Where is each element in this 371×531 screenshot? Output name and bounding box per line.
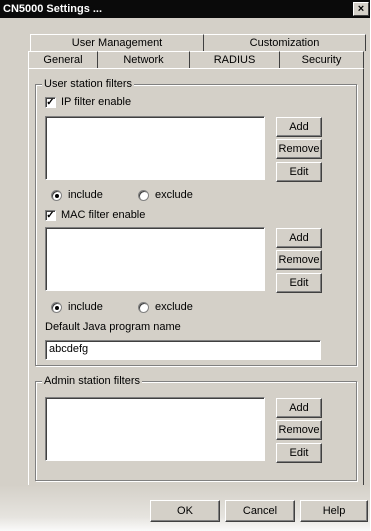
admin-remove-button[interactable]: Remove bbox=[276, 420, 322, 440]
ip-exclude-radio-dot[interactable] bbox=[138, 189, 149, 201]
mac-filter-list[interactable] bbox=[45, 227, 265, 291]
ip-filter-label: IP filter enable bbox=[61, 96, 132, 108]
mac-exclude-radio-dot[interactable] bbox=[138, 301, 149, 313]
security-panel: User station filters ✓ IP filter enable … bbox=[28, 68, 364, 488]
tab-customization[interactable]: Customization bbox=[204, 34, 366, 51]
title-bar: CN5000 Settings ... × bbox=[0, 0, 370, 18]
admin-filters-legend: Admin station filters bbox=[42, 375, 142, 387]
user-filters-legend: User station filters bbox=[42, 78, 135, 90]
ip-filter-checkbox[interactable]: ✓ IP filter enable bbox=[45, 96, 131, 108]
mac-include-radio-dot[interactable] bbox=[51, 301, 62, 313]
java-program-input[interactable]: abcdefg bbox=[45, 340, 321, 360]
ip-edit-button[interactable]: Edit bbox=[276, 162, 322, 182]
tab-user-management[interactable]: User Management bbox=[30, 34, 204, 51]
mac-include-label: include bbox=[68, 301, 103, 313]
tab-network[interactable]: Network bbox=[98, 51, 190, 68]
mac-edit-button[interactable]: Edit bbox=[276, 273, 322, 293]
window-title: CN5000 Settings ... bbox=[3, 3, 103, 15]
mac-exclude-radio[interactable]: exclude bbox=[138, 301, 193, 313]
mac-filter-checkbox[interactable]: ✓ MAC filter enable bbox=[45, 209, 145, 221]
mac-filter-check-mark[interactable]: ✓ bbox=[45, 209, 56, 221]
tab-security[interactable]: Security bbox=[280, 51, 364, 68]
tab-radius[interactable]: RADIUS bbox=[190, 51, 280, 68]
mac-add-button[interactable]: Add bbox=[276, 228, 322, 248]
ip-exclude-label: exclude bbox=[155, 189, 193, 201]
tab-row-1: User Management Customization bbox=[30, 34, 366, 51]
ip-add-button[interactable]: Add bbox=[276, 117, 322, 137]
tab-row-2: General Network RADIUS Security bbox=[28, 51, 364, 68]
ip-filter-list[interactable] bbox=[45, 116, 265, 180]
admin-station-filters-group: Admin station filters Add Remove Edit bbox=[35, 375, 357, 481]
mac-include-radio[interactable]: include bbox=[51, 301, 103, 313]
settings-dialog: CN5000 Settings ... × User Management Cu… bbox=[0, 0, 370, 531]
user-station-filters-group: User station filters ✓ IP filter enable … bbox=[35, 78, 357, 366]
tab-general[interactable]: General bbox=[28, 51, 98, 68]
ip-exclude-radio[interactable]: exclude bbox=[138, 189, 193, 201]
admin-filter-list[interactable] bbox=[45, 397, 265, 461]
ok-button[interactable]: OK bbox=[150, 500, 220, 522]
ip-include-radio-dot[interactable] bbox=[51, 189, 62, 201]
mac-exclude-label: exclude bbox=[155, 301, 193, 313]
close-icon[interactable]: × bbox=[353, 2, 369, 16]
admin-edit-button[interactable]: Edit bbox=[276, 443, 322, 463]
admin-add-button[interactable]: Add bbox=[276, 398, 322, 418]
help-button[interactable]: Help bbox=[300, 500, 368, 522]
mac-remove-button[interactable]: Remove bbox=[276, 250, 322, 270]
java-program-label: Default Java program name bbox=[45, 321, 181, 333]
ip-include-radio[interactable]: include bbox=[51, 189, 103, 201]
ip-remove-button[interactable]: Remove bbox=[276, 139, 322, 159]
ip-include-label: include bbox=[68, 189, 103, 201]
mac-filter-label: MAC filter enable bbox=[61, 209, 146, 221]
ip-filter-check-mark[interactable]: ✓ bbox=[45, 96, 56, 108]
cancel-button[interactable]: Cancel bbox=[225, 500, 295, 522]
